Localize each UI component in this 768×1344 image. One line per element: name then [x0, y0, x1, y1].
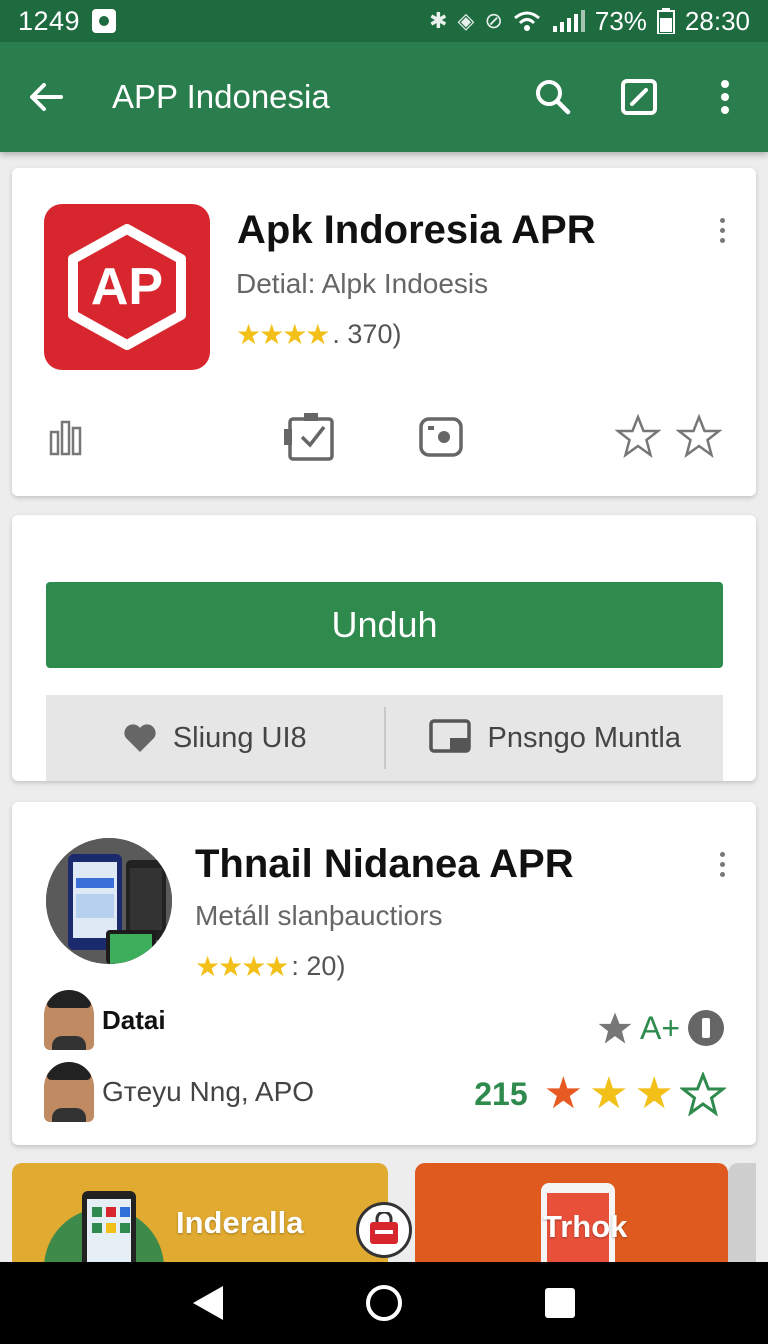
star-filled-icon — [598, 1012, 632, 1044]
rating-count: 215 — [474, 1075, 528, 1112]
app-card[interactable]: AP Apk Indoresia APR Detial: Alpk Indoes… — [12, 168, 756, 496]
status-time: 1249 — [18, 5, 81, 36]
star-filled-icon[interactable]: ★ — [544, 1072, 583, 1116]
app-icon-label: AP — [90, 258, 164, 316]
app-name: Apk Indoresia APR — [237, 208, 596, 252]
back-arrow-icon — [30, 83, 63, 111]
developer-name-2: Gтeyu Nng, APO — [102, 1076, 315, 1107]
star-outline-icon — [615, 414, 661, 458]
phones-illustration-icon — [46, 838, 172, 964]
mute-icon: ⊘ — [484, 8, 503, 33]
download-button[interactable]: Unduh — [46, 582, 723, 668]
app-subtitle: Detial: Alpk Indoesis — [236, 268, 489, 299]
signal-icon — [552, 10, 585, 32]
search-button[interactable] — [510, 42, 596, 152]
star-outline-icon[interactable] — [680, 1072, 726, 1116]
info-badge-icon — [688, 1010, 724, 1046]
promo-tile-left-label: Inderalla — [176, 1205, 304, 1240]
bar-chart-icon — [49, 420, 82, 456]
triangle-back-icon — [193, 1286, 223, 1320]
bluetooth-icon: ✱ — [429, 8, 448, 33]
back-button[interactable] — [0, 42, 92, 152]
status-clock: 28:30 — [684, 5, 750, 36]
screenshot-button[interactable] — [418, 406, 464, 466]
star-filled-icon[interactable]: ★ — [589, 1072, 628, 1116]
edit-icon — [621, 79, 657, 115]
developer-name-1: Datai — [102, 1004, 166, 1035]
circle-home-icon — [366, 1285, 402, 1321]
system-nav-bar — [0, 1262, 768, 1344]
featured-app-card[interactable]: Thnail Nidanea APR Metáll slanþauctiors … — [12, 802, 756, 1145]
app-rating: ★★★★ . 370) — [236, 318, 401, 351]
featured-rating: ★★★★ : 20) — [195, 950, 345, 983]
favorite-star-button-1[interactable] — [615, 406, 661, 466]
app-card-menu-button[interactable] — [707, 208, 737, 252]
developer-row-1[interactable]: Datai — [44, 990, 166, 1050]
message-icon — [428, 719, 471, 753]
featured-rating-text: : 20) — [291, 951, 346, 981]
store-bag-icon — [370, 1212, 398, 1244]
featured-app-name: Thnail Nidanea APR — [195, 842, 574, 886]
content-rating-badges: A+ — [596, 1008, 726, 1048]
status-icons: ✱ ◈ ⊘ 73% 28:30 — [429, 6, 750, 37]
promo-tile-left[interactable]: Inderalla — [12, 1163, 388, 1263]
avatar — [44, 1062, 94, 1122]
message-label: Pnsngo Muntla — [487, 721, 681, 754]
avatar — [44, 990, 94, 1050]
developer-row-2[interactable]: Gтeyu Nng, APO — [44, 1062, 314, 1122]
install-check-button[interactable] — [282, 406, 338, 466]
stats-button[interactable] — [48, 406, 88, 466]
heart-icon — [124, 724, 156, 752]
message-button[interactable]: Pnsngo Muntla — [386, 695, 724, 781]
promo-tile-right[interactable]: Trhok — [415, 1163, 728, 1263]
wishlist-label: Sliung UI8 — [172, 721, 307, 754]
rating-stars-icon: ★★★★ — [236, 319, 330, 350]
secondary-actions: Sliung UI8 Pnsngo Muntla — [46, 695, 723, 781]
wishlist-button[interactable]: Sliung UI8 — [46, 695, 384, 781]
app-bar: APP Indonesia — [0, 42, 768, 152]
status-bar: 1249 ✱ ◈ ⊘ 73% 28:30 — [0, 0, 768, 42]
store-badge[interactable] — [356, 1202, 412, 1258]
actions-card: Unduh Sliung UI8 Pnsngo Muntla — [12, 515, 756, 781]
promo-tile-right-label: Trhok — [543, 1209, 628, 1244]
phone-hand-icon — [44, 1191, 164, 1263]
nav-recents-button[interactable] — [530, 1273, 590, 1333]
edit-button[interactable] — [596, 42, 682, 152]
rating-text: . 370) — [332, 319, 402, 349]
nfc-icon: ◈ — [457, 8, 475, 33]
featured-app-icon[interactable] — [46, 838, 172, 964]
star-filled-icon[interactable]: ★ — [635, 1072, 674, 1116]
camera-icon — [419, 417, 463, 457]
featured-card-menu-button[interactable] — [707, 842, 737, 886]
search-icon — [536, 80, 571, 115]
app-icon[interactable]: AP — [44, 204, 210, 370]
overflow-menu-button[interactable] — [682, 42, 768, 152]
nav-back-button[interactable] — [178, 1273, 238, 1333]
wifi-icon — [513, 11, 540, 31]
featured-app-subtitle: Metáll slanþauctiors — [195, 900, 443, 931]
favorite-star-button-2[interactable] — [676, 406, 722, 466]
battery-icon — [656, 8, 675, 34]
square-recents-icon — [545, 1288, 575, 1318]
star-outline-icon — [676, 414, 722, 458]
battery-percent: 73% — [594, 5, 647, 36]
app-bar-title: APP Indonesia — [112, 78, 330, 115]
more-vert-icon — [721, 80, 729, 114]
notification-icon — [92, 9, 117, 33]
age-rating-badge: A+ — [639, 1009, 680, 1046]
rating-stars-row: 215 ★ ★ ★ — [474, 1072, 726, 1116]
nav-home-button[interactable] — [354, 1273, 414, 1333]
rating-stars-icon: ★★★★ — [195, 951, 289, 982]
clipboard-check-icon — [284, 413, 334, 461]
promo-tile-peek — [728, 1163, 756, 1263]
